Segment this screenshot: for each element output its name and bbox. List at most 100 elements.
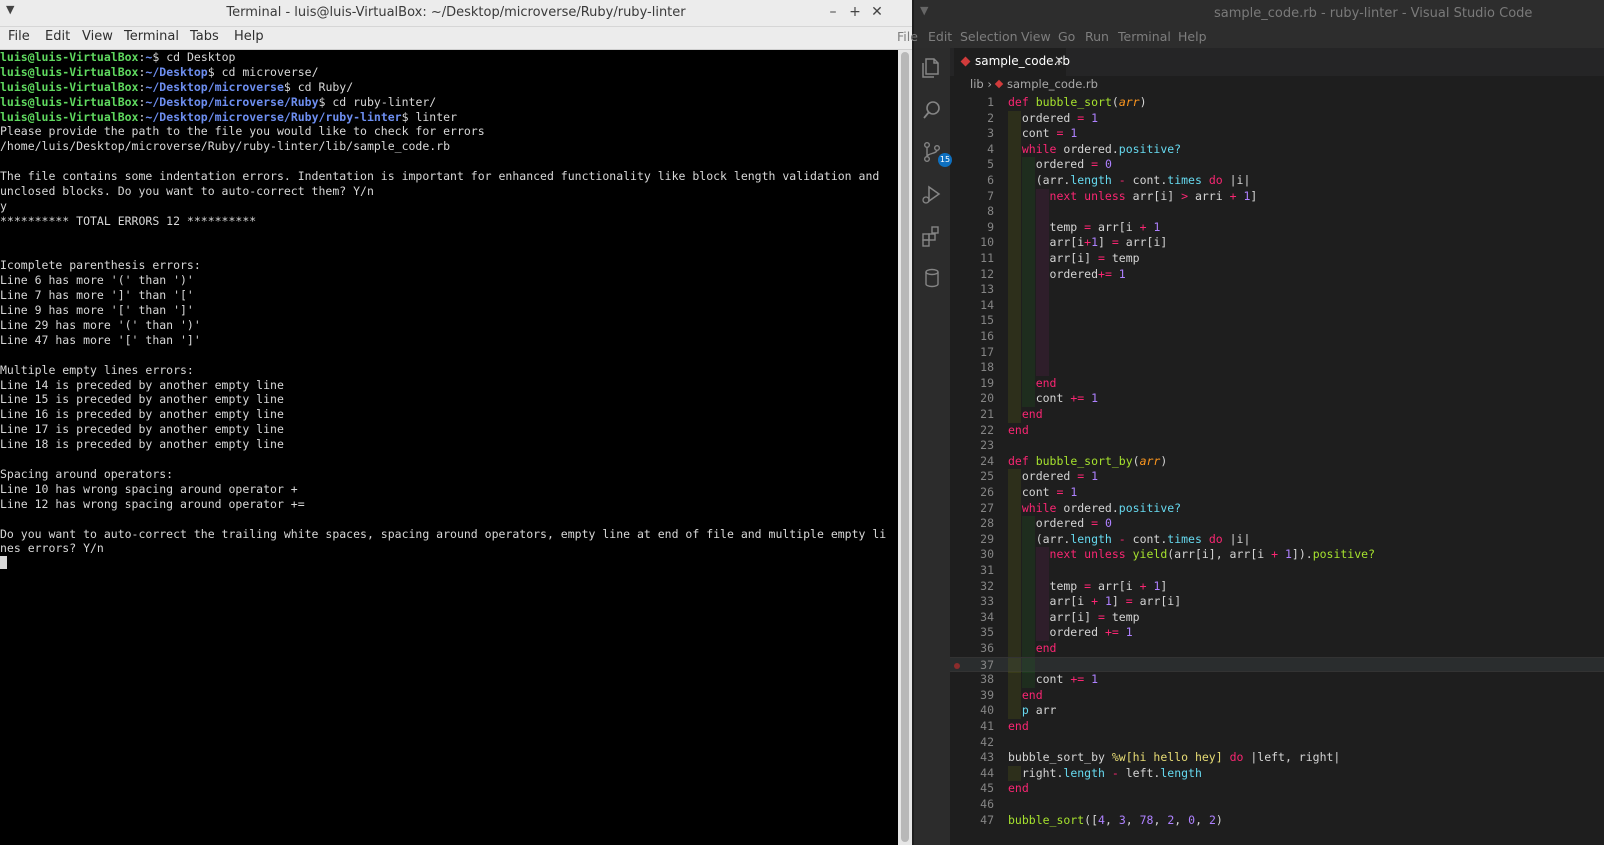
code-line[interactable]: 25 ordered = 1 [950, 469, 1604, 485]
menu-file[interactable]: File [897, 29, 918, 44]
code-text: bubble_sort([4, 3, 78, 2, 0, 2) [1008, 813, 1223, 829]
terminal-output[interactable]: luis@luis-VirtualBox:~$ cd Desktop luis@l… [0, 50, 898, 845]
breadcrumb-folder[interactable]: lib [970, 77, 984, 91]
search-icon[interactable] [920, 98, 944, 122]
code-line[interactable]: 20 cont += 1 [950, 391, 1604, 407]
code-line[interactable]: 34 arr[i] = temp [950, 609, 1604, 626]
maximize-icon[interactable]: + [846, 3, 864, 21]
code-line[interactable]: 17 [950, 344, 1604, 361]
code-line[interactable]: 41 end [950, 719, 1604, 735]
code-line[interactable]: 38 cont += 1 [950, 672, 1604, 688]
menu-selection[interactable]: Selection [960, 29, 1018, 44]
minimize-icon[interactable]: – [824, 3, 842, 21]
code-line[interactable]: 30 next unless yield(arr[i], arr[i + 1])… [950, 547, 1604, 563]
menu-view[interactable]: View [82, 29, 113, 44]
code-editor[interactable]: 1 def bubble_sort(arr) 2 ordered = 13 cont… [950, 95, 1604, 845]
code-line[interactable]: 26 cont = 1 [950, 485, 1604, 501]
menu-run[interactable]: Run [1085, 29, 1109, 44]
code-line[interactable]: 11 arr[i] = temp [950, 251, 1604, 267]
code-line[interactable]: 47 bubble_sort([4, 3, 78, 2, 0, 2) [950, 813, 1604, 829]
tab-close-icon[interactable]: × [1054, 53, 1064, 67]
database-icon[interactable] [920, 266, 944, 290]
tab-sample-code[interactable]: sample_code.rb × [954, 48, 1070, 76]
code-line[interactable]: 42 [950, 735, 1604, 751]
code-text: arr[i + 1] = arr[i] [1008, 594, 1182, 610]
line-number: 15 [980, 313, 994, 328]
code-line[interactable]: 37 [950, 656, 1604, 674]
breadcrumb-file[interactable]: sample_code.rb [1007, 77, 1098, 91]
menu-file[interactable]: File [8, 29, 30, 44]
code-line[interactable]: 14 [950, 297, 1604, 314]
code-line[interactable]: 28 ordered = 0 [950, 516, 1604, 532]
menu-view[interactable]: View [1021, 29, 1051, 44]
code-line[interactable]: 43 bubble_sort_by %w[hi hello hey] do |le… [950, 750, 1604, 766]
line-number: 44 [980, 765, 994, 780]
code-line[interactable]: 29 (arr.length - cont.times do |i| [950, 531, 1604, 548]
code-line[interactable]: 16 [950, 329, 1604, 345]
code-token: ) [1160, 453, 1168, 468]
code-line[interactable]: 27 while ordered.positive? [950, 500, 1604, 517]
code-line[interactable]: 23 [950, 438, 1604, 454]
code-line[interactable]: 8 [950, 204, 1604, 220]
code-line[interactable]: 31 [950, 563, 1604, 579]
code-line[interactable]: 44 right.length - left.length [950, 765, 1604, 782]
menu-help[interactable]: Help [234, 29, 264, 44]
code-token: do [1201, 531, 1223, 546]
code-line[interactable]: 39 end [950, 687, 1604, 704]
code-line[interactable]: 24 def bubble_sort_by(arr) [950, 454, 1604, 470]
code-line[interactable]: 10 arr[i+1] = arr[i] [950, 235, 1604, 251]
code-line[interactable]: 19 end [950, 375, 1604, 392]
code-line[interactable]: 40 p arr [950, 703, 1604, 719]
menu-edit[interactable]: Edit [928, 29, 952, 44]
menu-terminal[interactable]: Terminal [1118, 29, 1171, 44]
explorer-icon[interactable] [920, 56, 944, 80]
code-line[interactable]: 36 end [950, 641, 1604, 657]
code-line[interactable]: 1 def bubble_sort(arr) [950, 95, 1604, 111]
indent-guide [1021, 204, 1035, 220]
window-menu-icon[interactable]: ▼ [920, 4, 928, 17]
code-line[interactable]: 18 [950, 360, 1604, 376]
code-line[interactable]: 15 [950, 313, 1604, 329]
source-control-icon[interactable]: 15 [920, 140, 952, 167]
code-text: end [1008, 423, 1029, 439]
menu-tabs[interactable]: Tabs [190, 29, 219, 44]
code-line[interactable]: 3 cont = 1 [950, 126, 1604, 142]
code-line[interactable]: 13 [950, 282, 1604, 298]
close-icon[interactable]: ✕ [868, 3, 886, 21]
menu-go[interactable]: Go [1058, 29, 1075, 44]
code-line[interactable]: 33 arr[i + 1] = arr[i] [950, 594, 1604, 610]
extensions-icon[interactable] [920, 224, 944, 248]
code-line[interactable]: 45 end [950, 781, 1604, 797]
output-line: unclosed blocks. Do you want to auto-cor… [0, 184, 374, 199]
terminal-scrollbar[interactable] [898, 50, 912, 845]
code-line[interactable]: 12 ordered+= 1 [950, 266, 1604, 283]
code-line[interactable]: 2 ordered = 1 [950, 110, 1604, 127]
code-line[interactable]: 5 ordered = 0 [950, 157, 1604, 173]
code-token: |left, right| [1243, 750, 1341, 765]
code-line[interactable]: 4 while ordered.positive? [950, 141, 1604, 158]
code-line[interactable]: 9 temp = arr[i + 1 [950, 219, 1604, 236]
code-line[interactable]: 32 temp = arr[i + 1] [950, 578, 1604, 595]
menu-help[interactable]: Help [1178, 29, 1207, 44]
terminal-titlebar[interactable]: ▼ Terminal - luis@luis-VirtualBox: ~/Des… [0, 0, 912, 27]
output-line: Line 6 has more '(' than ')' [0, 273, 194, 288]
menu-edit[interactable]: Edit [45, 29, 70, 44]
code-line[interactable]: 6 (arr.length - cont.times do |i| [950, 173, 1604, 189]
scrollbar-thumb[interactable] [901, 52, 909, 842]
code-token: ] [1250, 188, 1258, 203]
code-line[interactable]: 7 next unless arr[i] > arri + 1] [950, 188, 1604, 205]
vscode-titlebar[interactable]: ▼ sample_code.rb - ruby-linter - Visual … [914, 0, 1604, 26]
code-token: end [1008, 422, 1029, 437]
code-line[interactable]: 22 end [950, 423, 1604, 439]
code-line[interactable]: 21 end [950, 407, 1604, 423]
code-line[interactable]: 35 ordered += 1 [950, 625, 1604, 641]
menu-terminal[interactable]: Terminal [124, 29, 179, 44]
code-token: = [1111, 235, 1119, 250]
line-number: 4 [987, 141, 994, 156]
run-debug-icon[interactable] [920, 182, 944, 206]
code-line[interactable]: 46 [950, 797, 1604, 813]
output-line: Multiple empty lines errors: [0, 362, 194, 377]
code-text: temp = arr[i + 1 [1008, 220, 1161, 236]
